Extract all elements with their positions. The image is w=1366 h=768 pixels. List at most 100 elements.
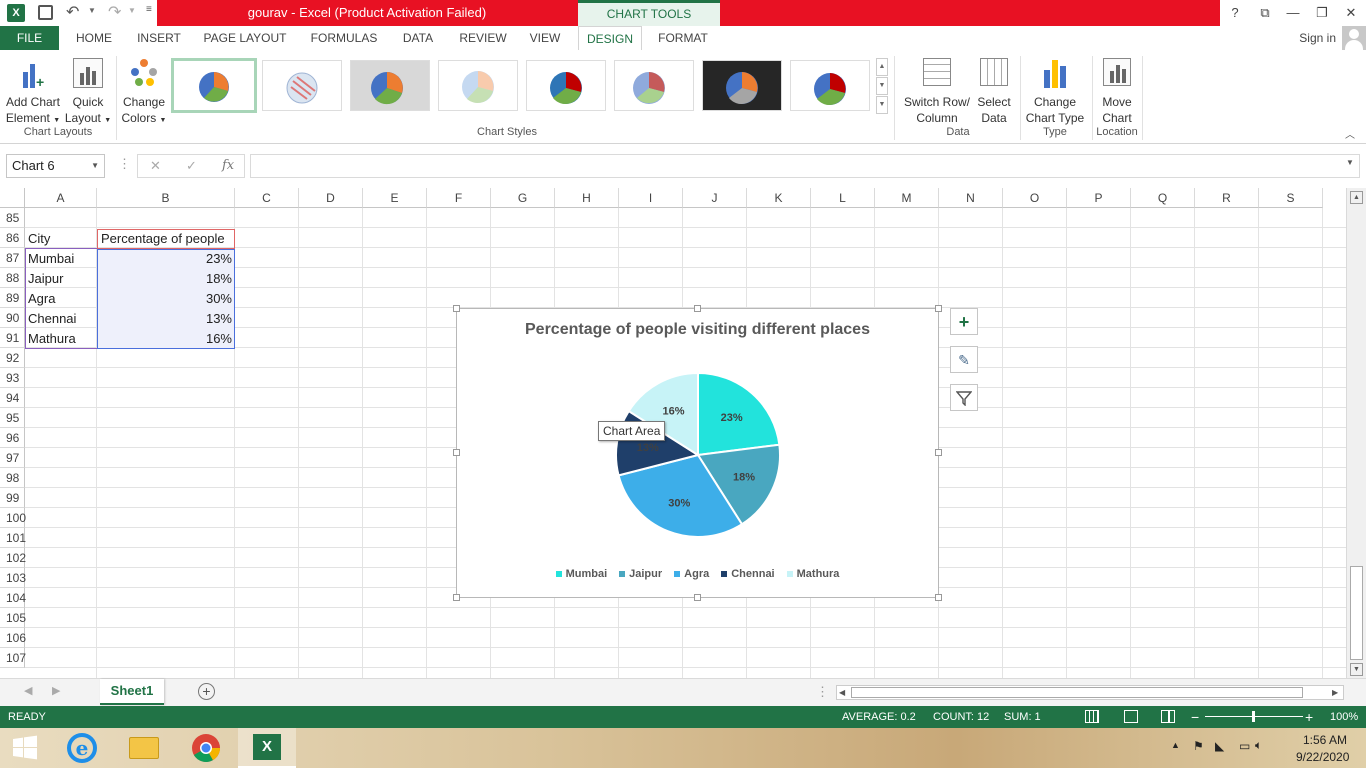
status-count[interactable]: COUNT: 12 [933, 706, 989, 728]
chart-style-4[interactable] [438, 60, 518, 111]
row-header[interactable]: 95 [0, 408, 25, 428]
flag-icon[interactable]: ⚑ [1193, 739, 1204, 753]
taskbar-excel-button[interactable]: X [238, 728, 296, 768]
sign-in-link[interactable]: Sign in [1292, 26, 1336, 50]
status-sum[interactable]: SUM: 1 [1004, 706, 1041, 728]
row-header[interactable]: 107 [0, 648, 26, 668]
style-more-icon[interactable]: ▼ [876, 96, 888, 114]
resize-handle[interactable] [935, 594, 942, 601]
resize-handle[interactable] [935, 449, 942, 456]
row-header[interactable]: 102 [0, 548, 26, 568]
chart-styles-button[interactable]: ✎ [950, 346, 978, 373]
zoom-out-icon[interactable]: − [1191, 706, 1199, 728]
taskbar-ie-button[interactable]: e [52, 728, 112, 768]
column-header[interactable]: D [299, 188, 363, 208]
column-header[interactable]: J [683, 188, 747, 208]
insert-function-icon[interactable]: fx [222, 158, 234, 173]
page-layout-view-icon[interactable] [1124, 710, 1138, 723]
page-break-view-icon[interactable] [1161, 710, 1175, 723]
tab-formulas[interactable]: FORMULAS [304, 26, 384, 50]
cell-percentage[interactable]: 18% [97, 269, 235, 289]
volume-icon[interactable]: 🔈︎ [1255, 738, 1262, 753]
zoom-slider[interactable] [1205, 711, 1303, 722]
column-header[interactable]: H [555, 188, 619, 208]
clock-date[interactable]: 9/22/2020 [1296, 750, 1349, 764]
taskbar-explorer-button[interactable] [114, 728, 174, 768]
chart-style-1[interactable] [171, 58, 257, 113]
horizontal-scroll-thumb[interactable] [851, 687, 1303, 698]
zoom-level[interactable]: 100% [1330, 706, 1358, 728]
style-scroll-up-icon[interactable]: ▲ [876, 58, 888, 76]
expand-formula-bar-icon[interactable]: ▼ [1346, 158, 1354, 167]
chart-style-8[interactable] [790, 60, 870, 111]
cell-percentage[interactable]: 13% [97, 309, 235, 329]
data-label[interactable]: 16% [662, 405, 684, 417]
add-sheet-icon[interactable]: + [198, 683, 215, 700]
tab-file[interactable]: FILE [0, 26, 59, 50]
legend-item[interactable]: Mathura [786, 568, 839, 580]
tab-data[interactable]: DATA [394, 26, 442, 50]
resize-handle[interactable] [935, 305, 942, 312]
row-header[interactable]: 97 [0, 448, 25, 468]
data-label[interactable]: 13% [637, 442, 659, 454]
column-header[interactable]: K [747, 188, 811, 208]
row-header[interactable]: 101 [0, 528, 26, 548]
cell-percentage[interactable]: 30% [97, 289, 235, 309]
change-chart-type-button[interactable]: Change Chart Type [1022, 56, 1088, 126]
name-box[interactable]: Chart 6 ▼ [6, 154, 105, 178]
row-header[interactable]: 92 [0, 348, 25, 368]
chart-style-6[interactable] [614, 60, 694, 111]
cell-percentage[interactable]: 23% [97, 249, 235, 269]
normal-view-icon[interactable] [1085, 710, 1099, 723]
column-header[interactable]: I [619, 188, 683, 208]
cell-city[interactable]: Jaipur [25, 269, 97, 289]
add-chart-element-button[interactable]: + Add Chart Element ▼ [4, 56, 62, 126]
close-icon[interactable]: ✕ [1336, 0, 1366, 26]
resize-handle[interactable] [694, 305, 701, 312]
column-header[interactable]: E [363, 188, 427, 208]
resize-handle[interactable] [453, 594, 460, 601]
data-label[interactable]: 18% [733, 472, 755, 484]
minimize-icon[interactable]: — [1278, 0, 1308, 26]
cell-header-city[interactable]: City [25, 229, 97, 249]
column-header[interactable]: Q [1131, 188, 1195, 208]
chevron-down-icon[interactable]: ▼ [91, 155, 99, 177]
move-chart-button[interactable]: Move Chart [1094, 56, 1140, 126]
resize-handle[interactable] [694, 594, 701, 601]
row-header[interactable]: 90 [0, 308, 25, 328]
status-average[interactable]: AVERAGE: 0.2 [842, 706, 916, 728]
sheet-tab[interactable]: Sheet1 [100, 679, 164, 705]
undo-dropdown-icon[interactable]: ▼ [88, 6, 96, 15]
legend-item[interactable]: Jaipur [619, 568, 662, 580]
column-header[interactable]: F [427, 188, 491, 208]
row-header[interactable]: 93 [0, 368, 25, 388]
column-header[interactable]: A [25, 188, 97, 208]
scroll-down-icon[interactable]: ▼ [1350, 663, 1363, 676]
row-header[interactable]: 105 [0, 608, 26, 628]
enter-icon[interactable]: ✓ [186, 158, 197, 174]
user-avatar-icon[interactable] [1342, 26, 1366, 50]
chart-style-3[interactable] [350, 60, 430, 111]
tab-view[interactable]: VIEW [522, 26, 568, 50]
data-label[interactable]: 30% [668, 497, 690, 509]
row-header[interactable]: 99 [0, 488, 25, 508]
cell-city[interactable]: Agra [25, 289, 97, 309]
row-header[interactable]: 100 [0, 508, 26, 528]
sheet-splitter-icon[interactable]: ⋮ [816, 684, 829, 700]
chart-style-2[interactable] [262, 60, 342, 111]
style-scroll-down-icon[interactable]: ▼ [876, 77, 888, 95]
restore-icon[interactable]: ❐ [1307, 0, 1337, 26]
column-header[interactable]: M [875, 188, 939, 208]
row-header[interactable]: 91 [0, 328, 25, 348]
zoom-in-icon[interactable]: + [1305, 706, 1313, 728]
column-header[interactable]: B [97, 188, 235, 208]
save-icon[interactable] [38, 5, 53, 20]
pie-chart[interactable]: Percentage of people visiting different … [456, 308, 939, 598]
customize-qat-icon[interactable]: ≡ [146, 4, 152, 15]
data-label[interactable]: 23% [721, 412, 743, 424]
row-header[interactable]: 88 [0, 268, 25, 288]
select-data-button[interactable]: Select Data [974, 56, 1014, 126]
column-header[interactable]: G [491, 188, 555, 208]
undo-icon[interactable]: ↶ [66, 2, 79, 22]
row-header[interactable]: 106 [0, 628, 26, 648]
